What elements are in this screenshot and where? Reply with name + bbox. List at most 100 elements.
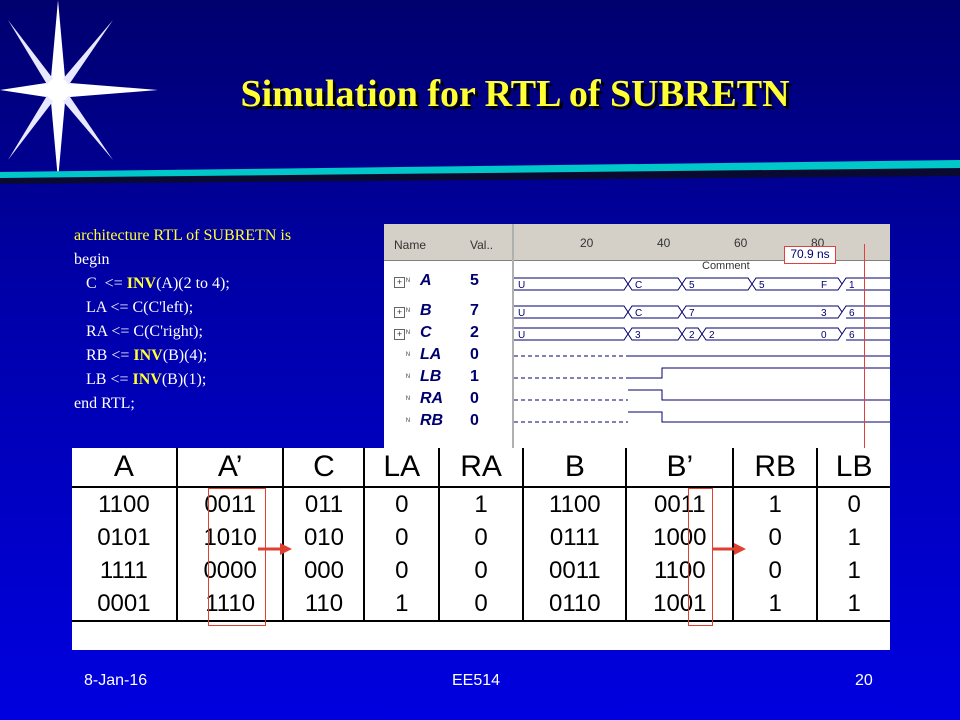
table-row: 0101 1010 010 0 0 0111 1000 0 1 [72,521,890,554]
table-cell: 0001 [72,587,178,622]
svg-text:6: 6 [849,308,855,319]
table-cell: 0 [363,487,441,521]
keyword-inv: INV [133,347,163,364]
signal-name: RA [420,390,444,407]
code-line: RA <= C(C'right); [74,323,203,340]
signal-value: 0 [470,390,479,407]
signal-icon: ᴺ [406,372,410,382]
table-cell: 1 [816,587,890,622]
time-cursor[interactable] [864,244,865,450]
header-c: C [282,448,366,488]
table-cell: 0 [816,487,890,521]
table-cell: 010 [282,521,366,554]
code-line: end RTL; [74,395,135,412]
signal-value: 0 [470,412,479,429]
cursor-time-label: 70.9 ns [784,246,836,264]
slide-title: Simulation for RTL of SUBRETN [240,73,790,115]
table-cell: 011 [282,487,366,521]
table-cell: 0 [438,587,525,622]
table-cell: 1100 [625,554,735,587]
name-column-header[interactable]: Name [394,238,426,252]
vhdl-code-block: architecture RTL of SUBRETN is begin C <… [74,224,379,416]
table-cell: 0011 [625,487,735,521]
time-tick: 40 [657,236,671,250]
svg-text:C: C [635,308,642,319]
signal-icon: ᴺ [406,416,410,426]
title-rule [0,160,960,184]
signal-name: C [420,324,432,341]
table-cell: 0011 [522,554,628,587]
signal-icon: ᴺ [406,328,410,338]
svg-text:0: 0 [821,330,827,341]
star-icon [0,0,158,180]
table-cell: 1100 [522,487,628,521]
expand-icon[interactable]: + [394,307,405,318]
signal-value: 1 [470,368,479,385]
expand-icon[interactable]: + [394,277,405,288]
header-a: A [72,448,178,488]
slide-background: Simulation for RTL of SUBRETN architectu… [0,0,960,720]
footer-page-number: 20 [855,672,873,689]
code-line: RB <= INV(B)(4); [74,347,208,364]
signal-icon: ᴺ [406,394,410,404]
svg-text:F: F [821,280,827,291]
table-cell: 1 [438,487,525,521]
table-cell: 0101 [72,521,178,554]
signal-icon: ᴺ [406,306,410,316]
svg-text:1: 1 [849,280,855,291]
svg-text:U: U [518,308,525,319]
signal-value: 2 [470,324,479,341]
header-la: LA [363,448,441,488]
table-cell: 1 [732,587,819,622]
truth-table: A A’ C LA RA B B’ RB LB 1100 0011 011 0 [72,448,890,622]
table-cell: 110 [282,587,366,622]
code-line: architecture RTL of SUBRETN is [74,227,292,244]
arrow-right-icon [712,543,746,555]
signal-name: LA [420,346,442,363]
svg-text:U: U [518,330,525,341]
table-cell: 0 [732,554,819,587]
svg-text:5: 5 [689,280,695,291]
table-cell: 1001 [625,587,735,622]
header-ra: RA [438,448,525,488]
signal-icon: ᴺ [406,350,410,360]
footer-course: EE514 [452,672,501,689]
svg-text:5: 5 [759,280,765,291]
header-b: B [522,448,628,488]
header-lb: LB [816,448,890,488]
bus-trace-b: U C 7 3 6 [514,305,890,319]
bus-trace-c: U 3 2 2 0 6 [514,327,890,341]
signal-value: 0 [470,346,479,363]
table-cell: 1100 [72,487,178,521]
table-cell: 0 [363,521,441,554]
svg-text:3: 3 [821,308,827,319]
header-rb: RB [732,448,819,488]
table-row: 0001 1110 110 1 0 0110 1001 1 1 [72,587,890,622]
expand-icon[interactable]: + [394,329,405,340]
code-line: LB <= INV(B)(1); [74,371,207,388]
signal-value: 5 [470,272,479,289]
table-cell: 1 [363,587,441,622]
signal-value: 7 [470,302,479,319]
svg-text:2: 2 [689,330,695,341]
value-column-header[interactable]: Val.. [470,238,493,252]
keyword-inv: INV [126,275,157,292]
svg-text:C: C [635,280,642,291]
keyword-inv: INV [132,371,162,388]
footer-date: 8-Jan-16 [84,672,148,689]
table-row: 1111 0000 000 0 0 0011 1100 0 1 [72,554,890,587]
code-line: C <= INV(A)(2 to 4); [74,275,230,292]
waveform-viewer[interactable]: Name Val.. 20 40 60 80 Comment + ᴺ A 5 +… [384,224,890,450]
bit-trace-lb [514,367,890,379]
arrow-right-icon [258,543,292,555]
time-tick: 60 [734,236,748,250]
header-b-prime: B’ [625,448,735,488]
time-tick: 20 [580,236,594,250]
truth-table-panel: A A’ C LA RA B B’ RB LB 1100 0011 011 0 [72,448,890,650]
table-cell: 1111 [72,554,178,587]
bit-trace-ra [514,389,890,401]
signal-name: LB [420,368,442,385]
bit-trace-rb [514,411,890,423]
svg-text:3: 3 [635,330,641,341]
signal-name: B [420,302,432,319]
